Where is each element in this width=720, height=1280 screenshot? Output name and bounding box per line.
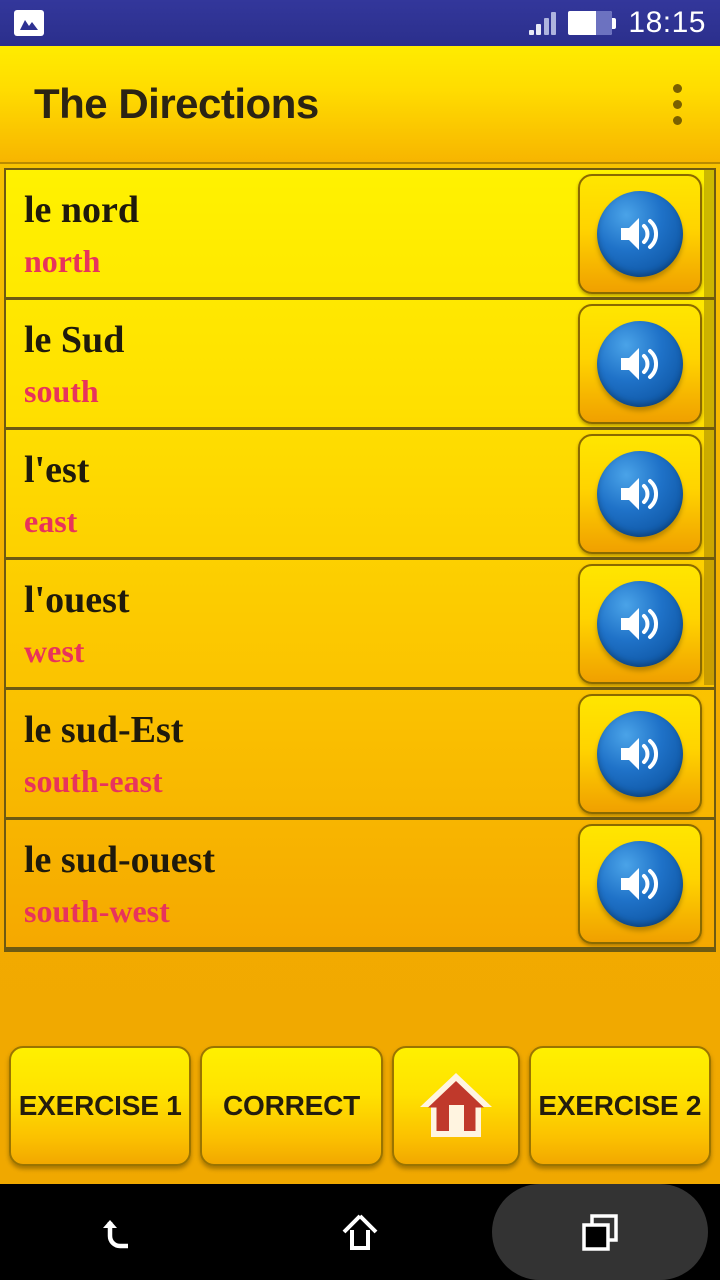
list-item-texts: le Sud south <box>24 321 578 407</box>
vocabulary-word: le Sud <box>24 318 125 361</box>
gallery-image-icon <box>14 10 44 36</box>
bottom-button[interactable]: CORRECT <box>200 1046 383 1166</box>
bottom-button-label: EXERCISE 2 <box>538 1090 702 1121</box>
list-scrollbar[interactable] <box>704 170 714 685</box>
list-item-texts: l'ouest west <box>24 581 578 667</box>
vocabulary-translation: south-east <box>24 762 163 799</box>
status-bar: 18:15 <box>0 0 720 46</box>
vocabulary-word: le nord <box>24 188 140 231</box>
speaker-volume-icon <box>597 840 683 927</box>
speaker-button[interactable] <box>578 173 702 294</box>
overflow-menu-icon[interactable] <box>661 74 694 135</box>
vocabulary-word: l'est <box>24 448 90 491</box>
list-item[interactable]: le Sud south <box>6 300 714 430</box>
bottom-button[interactable]: EXERCISE 1 <box>9 1046 192 1166</box>
home-button[interactable] <box>391 1046 520 1166</box>
app-bar: The Directions <box>0 46 720 164</box>
speaker-volume-icon <box>597 190 683 277</box>
list-item-texts: le nord north <box>24 191 578 277</box>
vocabulary-translation: east <box>24 502 78 539</box>
vocabulary-translation: south-west <box>24 892 170 929</box>
back-arrow-icon[interactable] <box>0 1184 240 1280</box>
battery-icon <box>568 11 617 35</box>
speaker-volume-icon <box>597 320 683 407</box>
bottom-button[interactable]: EXERCISE 2 <box>528 1046 711 1166</box>
speaker-volume-icon <box>597 710 683 797</box>
vocabulary-list[interactable]: le nord north le Sud south l'est east l'ouest w… <box>4 168 716 952</box>
list-item[interactable]: le sud-Est south-east <box>6 690 714 820</box>
system-navigation-bar <box>0 1184 720 1280</box>
bottom-button-label: CORRECT <box>222 1090 361 1121</box>
vocabulary-word: l'ouest <box>24 578 130 621</box>
list-item-texts: le sud-Est south-east <box>24 711 578 797</box>
bottom-button-label: EXERCISE 1 <box>18 1090 182 1121</box>
phone-screen: 18:15 The Directions le nord north le Sud s… <box>0 0 720 1280</box>
cellular-signal-icon <box>528 11 557 35</box>
home-outline-icon[interactable] <box>240 1184 480 1280</box>
vocabulary-word: le sud-Est <box>24 708 184 751</box>
speaker-button[interactable] <box>578 823 702 944</box>
status-bar-clock: 18:15 <box>628 6 706 39</box>
speaker-button[interactable] <box>578 303 702 424</box>
recent-apps-icon[interactable] <box>480 1184 720 1280</box>
home-house-icon <box>417 1069 495 1143</box>
list-item-texts: le sud-ouest south-west <box>24 841 578 927</box>
speaker-volume-icon <box>597 580 683 667</box>
content-area: le nord north le Sud south l'est east l'ouest w… <box>0 164 720 1184</box>
list-item[interactable]: l'est east <box>6 430 714 560</box>
page-title: The Directions <box>34 80 319 127</box>
list-item[interactable]: le sud-ouest south-west <box>6 820 714 950</box>
vocabulary-word: le sud-ouest <box>24 838 216 881</box>
vocabulary-translation: west <box>24 632 85 669</box>
status-bar-left <box>14 10 44 36</box>
list-item-texts: l'est east <box>24 451 578 537</box>
bottom-button-bar: EXERCISE 1 CORRECT EXERCISE 2 <box>0 1046 720 1184</box>
status-bar-right: 18:15 <box>528 6 706 39</box>
vocabulary-translation: north <box>24 242 101 279</box>
speaker-button[interactable] <box>578 693 702 814</box>
speaker-button[interactable] <box>578 563 702 684</box>
speaker-volume-icon <box>597 450 683 537</box>
list-item[interactable]: le nord north <box>6 170 714 300</box>
list-item[interactable]: l'ouest west <box>6 560 714 690</box>
speaker-button[interactable] <box>578 433 702 554</box>
vocabulary-translation: south <box>24 372 99 409</box>
